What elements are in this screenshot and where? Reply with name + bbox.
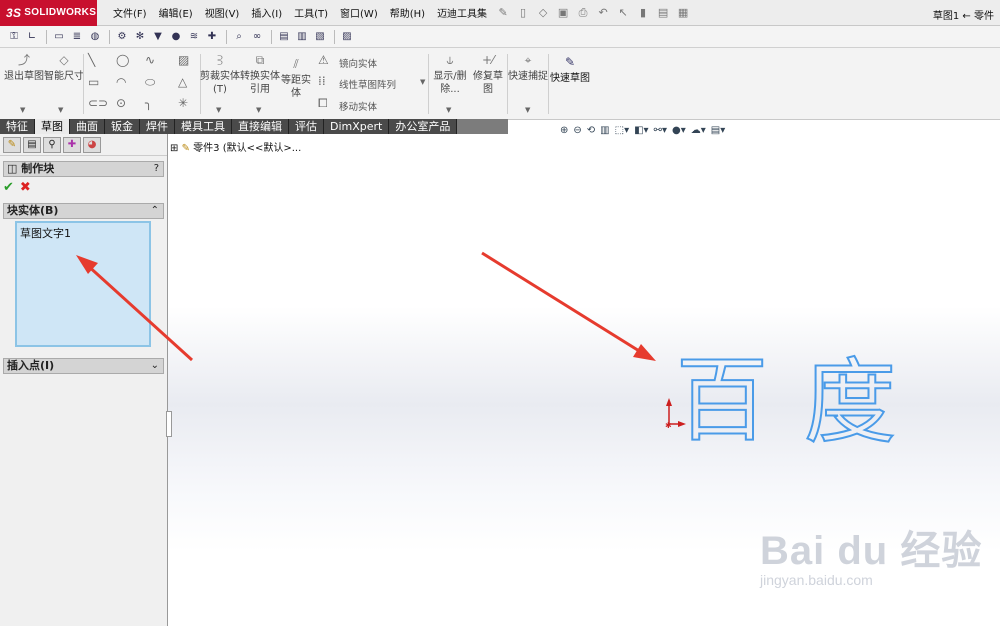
annotation-arrow (76, 255, 194, 362)
baidu-watermark: Bai du 经验 jingyan.baidu.com (760, 518, 982, 588)
annotation-arrow (481, 251, 656, 361)
watermark-brand: Bai du 经验 (760, 529, 983, 573)
